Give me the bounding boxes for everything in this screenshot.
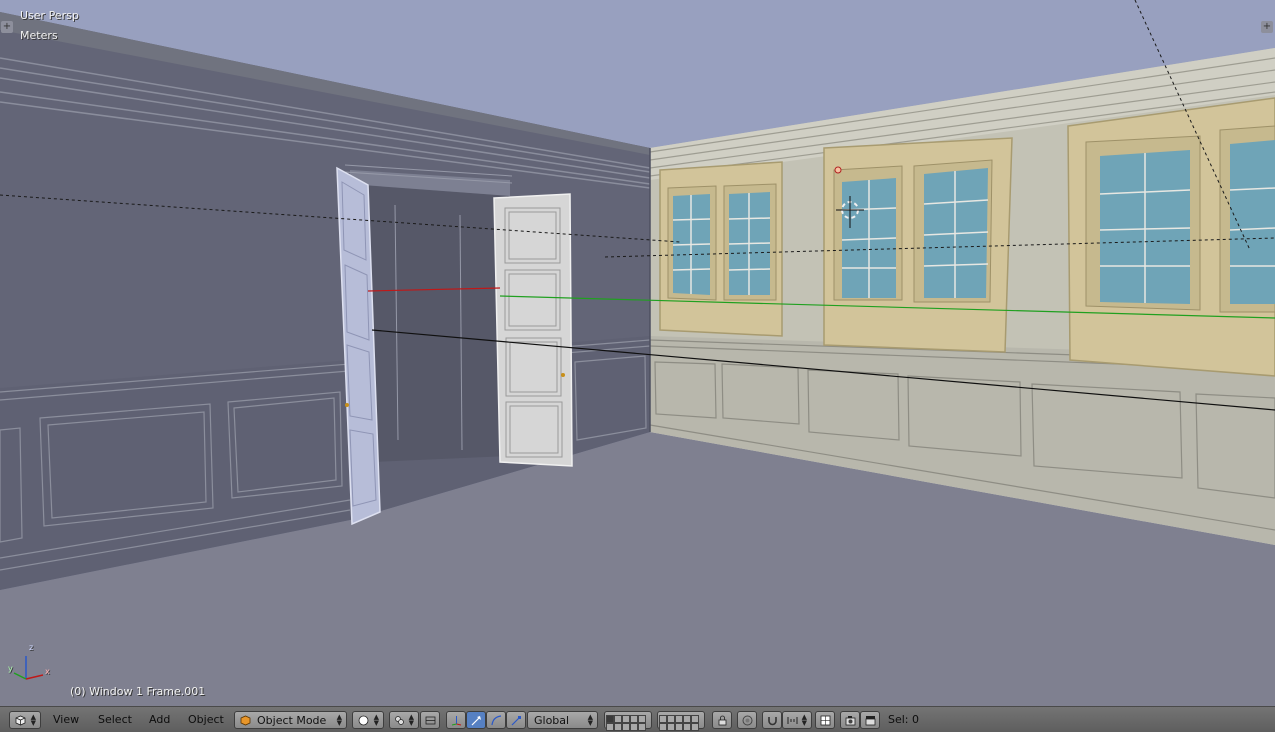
snap-increment-icon	[787, 717, 798, 724]
arrow-icon	[471, 716, 481, 726]
editor-type-button[interactable]: ▲ ▼	[9, 711, 41, 729]
scale-manipulator-button[interactable]	[506, 711, 526, 729]
updown-arrows-icon: ▲ ▼	[587, 713, 593, 727]
updown-arrows-icon: ▲ ▼	[336, 713, 342, 727]
lock-camera-button[interactable]	[712, 711, 732, 729]
gizmo-y-label: y	[8, 664, 13, 673]
mode-label: Object Mode	[257, 714, 327, 727]
layer-cell[interactable]	[659, 715, 667, 723]
proportional-circle-icon	[742, 715, 753, 726]
lock-icon	[718, 715, 727, 726]
updown-arrows-icon: ▲ ▼	[408, 713, 414, 727]
render-layers-button[interactable]	[815, 711, 835, 729]
camera-icon	[845, 716, 856, 726]
select-menu[interactable]: Select	[98, 711, 132, 729]
render-layers-icon	[820, 715, 831, 726]
layer-cell[interactable]	[622, 715, 630, 723]
proportional-edit-button[interactable]	[737, 711, 757, 729]
snap-center-button[interactable]	[420, 711, 440, 729]
gizmo-x-label: x	[45, 667, 50, 676]
layer-cell[interactable]	[667, 723, 675, 731]
layer-cell[interactable]	[606, 715, 614, 723]
cube-icon	[15, 715, 26, 726]
scale-icon	[511, 716, 521, 726]
layer-cell[interactable]	[675, 723, 683, 731]
layer-cell[interactable]	[614, 715, 622, 723]
rotate-manipulator-button[interactable]	[486, 711, 506, 729]
orientation-label: Global	[534, 714, 570, 727]
snap-element-button[interactable]: ▲ ▼	[782, 711, 812, 729]
selection-status: Sel: 0	[888, 713, 920, 726]
object-menu[interactable]: Object	[188, 711, 224, 729]
manipulator-toggle-button[interactable]	[446, 711, 466, 729]
add-menu[interactable]: Add	[149, 711, 170, 729]
magnet-icon	[768, 717, 777, 726]
3d-viewport[interactable]: User Persp Meters (0) Window 1 Frame.001…	[0, 0, 1275, 706]
layer-cell[interactable]	[691, 715, 699, 723]
center-dots-icon	[425, 716, 436, 725]
view-name-label: User Persp	[20, 9, 79, 22]
updown-arrows-icon: ▲ ▼	[801, 713, 807, 727]
layer-cell[interactable]	[667, 715, 675, 723]
view-menu[interactable]: View	[53, 711, 79, 729]
object-mode-icon	[240, 715, 251, 726]
layer-grid-2[interactable]	[657, 711, 705, 731]
layer-cell[interactable]	[614, 723, 622, 731]
plus-icon[interactable]: +	[1, 21, 13, 33]
layer-cell[interactable]	[606, 723, 614, 731]
updown-arrows-icon: ▲ ▼	[30, 713, 36, 727]
layer-cell[interactable]	[659, 723, 667, 731]
layer-cell[interactable]	[638, 715, 646, 723]
mode-dropdown[interactable]: Object Mode ▲ ▼	[234, 711, 347, 729]
snap-toggle-button[interactable]	[762, 711, 782, 729]
axis-manipulator-icon	[451, 716, 462, 726]
viewport-shading-button[interactable]: ▲ ▼	[352, 711, 384, 729]
gizmo-z-label: z	[29, 643, 34, 652]
pivot-point-button[interactable]: ▲ ▼	[389, 711, 419, 729]
layer-cell[interactable]	[622, 723, 630, 731]
plus-icon[interactable]: +	[1261, 21, 1273, 33]
pivot-icon	[395, 716, 404, 725]
layer-cell[interactable]	[638, 723, 646, 731]
layer-cell[interactable]	[630, 723, 638, 731]
header-toolbar: ▲ ▼ View Select Add Object Object Mode ▲ ▼…	[0, 706, 1275, 732]
layer-cell[interactable]	[675, 715, 683, 723]
translate-manipulator-button[interactable]	[466, 711, 486, 729]
layer-cell[interactable]	[683, 723, 691, 731]
frame-info-label: (0) Window 1 Frame.001	[70, 685, 206, 698]
clapperboard-icon	[865, 716, 876, 726]
updown-arrows-icon: ▲ ▼	[373, 713, 379, 727]
layer-grid-1[interactable]	[604, 711, 652, 731]
units-label: Meters	[20, 29, 58, 42]
orientation-dropdown[interactable]: Global ▲ ▼	[527, 711, 598, 729]
layer-cell[interactable]	[691, 723, 699, 731]
scene-render	[0, 0, 1275, 706]
opengl-animation-button[interactable]	[860, 711, 880, 729]
rotate-arc-icon	[491, 715, 502, 726]
layer-cell[interactable]	[630, 715, 638, 723]
solid-sphere-icon	[358, 715, 369, 726]
layer-cell[interactable]	[683, 715, 691, 723]
opengl-render-button[interactable]	[840, 711, 860, 729]
